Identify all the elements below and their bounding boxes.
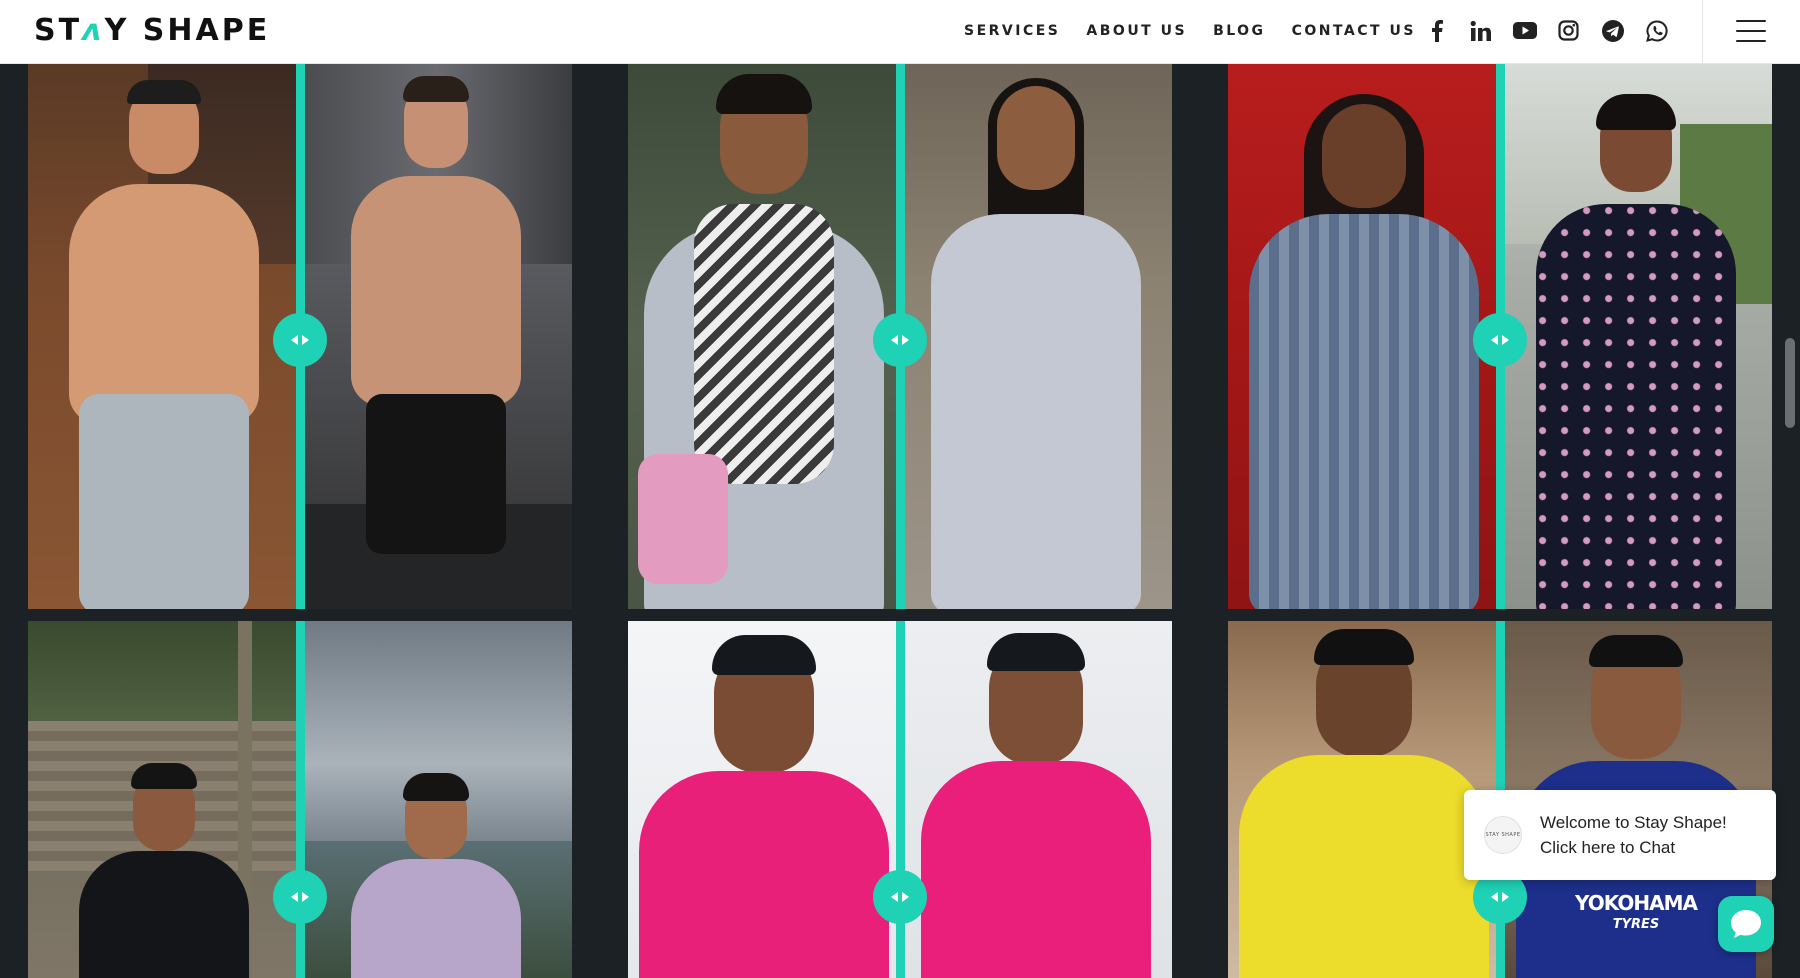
after-photo-shirtless-man-gym — [300, 64, 572, 609]
site-logo[interactable]: STʌY SHAPE — [34, 12, 270, 50]
chat-launcher-button[interactable] — [1718, 896, 1774, 952]
page-scrollbar-track[interactable] — [1781, 64, 1800, 978]
transformation-3 — [1228, 64, 1772, 609]
compare-slider-handle[interactable] — [873, 870, 927, 924]
chat-bubble-icon — [1731, 910, 1761, 938]
chat-welcome-text: Welcome to Stay Shape! Click here to Cha… — [1540, 810, 1727, 860]
nav-blog[interactable]: BLOG — [1213, 20, 1266, 42]
compare-slider-handle[interactable] — [273, 870, 327, 924]
chat-welcome-bubble[interactable]: STAY SHAPE Welcome to Stay Shape! Click … — [1464, 790, 1776, 880]
main-nav: SERVICES ABOUT US BLOG CONTACT US — [964, 20, 1416, 42]
nav-services[interactable]: SERVICES — [964, 20, 1060, 42]
after-photo-woman-floral-dress — [1500, 64, 1772, 609]
chat-line-welcome: Welcome to Stay Shape! — [1540, 813, 1727, 832]
instagram-icon[interactable] — [1556, 18, 1581, 43]
transformation-2 — [628, 64, 1172, 609]
facebook-icon[interactable] — [1424, 18, 1449, 43]
compare-slider-handle[interactable] — [873, 313, 927, 367]
before-photo-man-black-hoodie — [28, 621, 300, 978]
compare-divider[interactable] — [296, 621, 305, 978]
youtube-icon[interactable] — [1512, 18, 1537, 43]
hamburger-menu-icon[interactable] — [1736, 20, 1766, 42]
transformation-1 — [28, 64, 572, 609]
page-scrollbar-thumb[interactable] — [1785, 338, 1795, 428]
before-photo-man-yellow-tshirt — [1228, 621, 1500, 978]
compare-divider[interactable] — [896, 621, 905, 978]
before-photo-woman-blue-kurta — [1228, 64, 1500, 609]
telegram-icon[interactable] — [1600, 18, 1625, 43]
site-header: STʌY SHAPE SERVICES ABOUT US BLOG CONTAC… — [0, 0, 1800, 64]
whatsapp-icon[interactable] — [1644, 18, 1669, 43]
before-photo-man-pink-shirt — [628, 621, 900, 978]
social-links — [1424, 18, 1669, 43]
logo-text-end: Y SHAPE — [104, 13, 271, 48]
linkedin-icon[interactable] — [1468, 18, 1493, 43]
after-photo-man-lavender-sweater — [300, 621, 572, 978]
compare-slider-handle[interactable] — [273, 313, 327, 367]
before-photo-shirtless-man — [28, 64, 300, 609]
chat-line-cta: Click here to Chat — [1540, 838, 1676, 857]
after-photo-woman-kurta — [900, 64, 1172, 609]
compare-slider-handle[interactable] — [1473, 313, 1527, 367]
nav-about-us[interactable]: ABOUT US — [1086, 20, 1187, 42]
before-photo-woman-scarf — [628, 64, 900, 609]
nav-contact-us[interactable]: CONTACT US — [1292, 20, 1416, 42]
after-photo-man-pink-shirt — [900, 621, 1172, 978]
transformation-5 — [628, 621, 1172, 978]
logo-text-start: ST — [34, 13, 83, 48]
transformation-4 — [28, 621, 572, 978]
menu-divider — [1702, 0, 1703, 64]
chat-avatar: STAY SHAPE — [1484, 816, 1522, 854]
